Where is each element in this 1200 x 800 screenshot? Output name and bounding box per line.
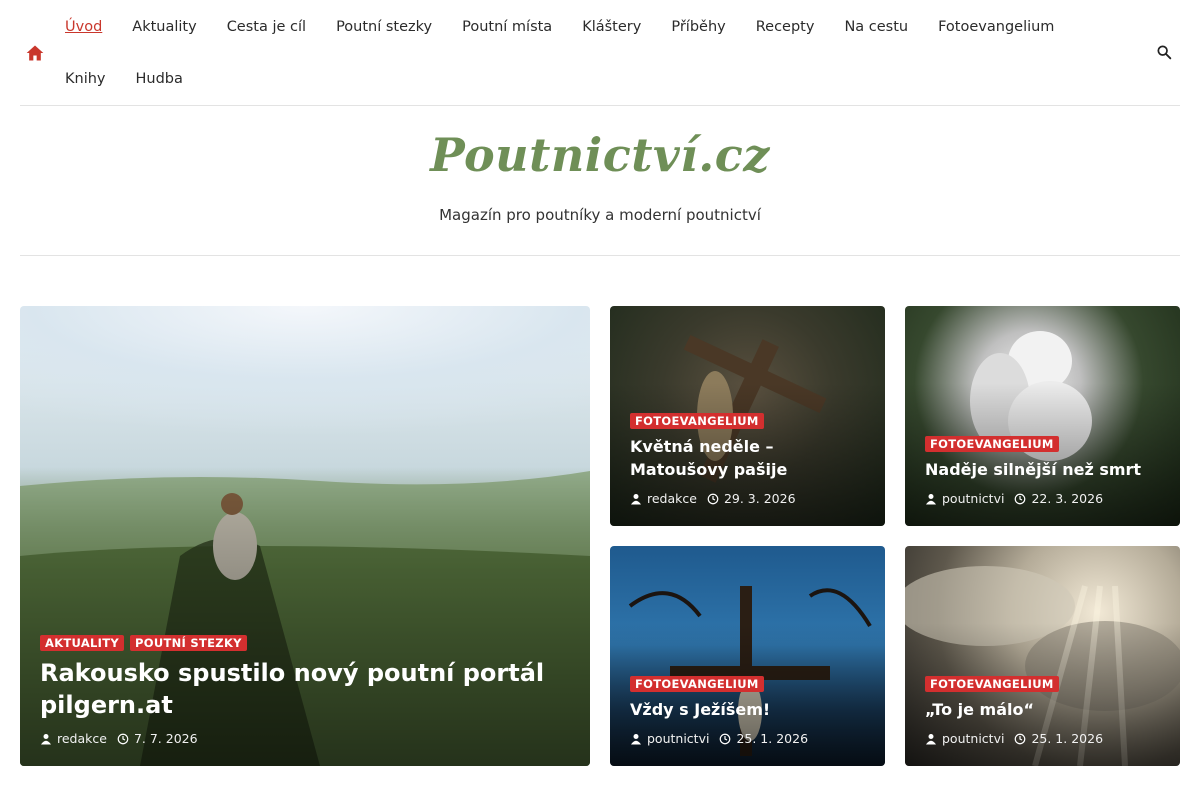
menu-item-fotoevangelium[interactable]: Fotoevangelium	[938, 19, 1054, 35]
menu-item-cesta-je-cil[interactable]: Cesta je cíl	[227, 19, 306, 35]
menu-item-knihy[interactable]: Knihy	[65, 71, 106, 87]
user-icon	[926, 493, 936, 504]
post-date[interactable]: 29. 3. 2026	[724, 491, 796, 506]
post-author[interactable]: redakce	[57, 731, 107, 746]
featured-post-card[interactable]: AKTUALITY POUTNÍ STEZKY Rakousko spustil…	[20, 306, 590, 766]
post-card[interactable]: FOTOEVANGELIUM Květná neděle – Matoušovy…	[610, 306, 885, 526]
menu-item-aktuality[interactable]: Aktuality	[132, 19, 196, 35]
post-author[interactable]: redakce	[647, 491, 697, 506]
post-author[interactable]: poutnictvi	[647, 731, 709, 746]
category-badge[interactable]: FOTOEVANGELIUM	[630, 676, 764, 692]
post-date[interactable]: 7. 7. 2026	[134, 731, 198, 746]
clock-icon	[1015, 733, 1026, 744]
site-branding: Poutnictví.cz Magazín pro poutníky a mod…	[20, 106, 1180, 256]
clock-icon	[117, 733, 129, 744]
post-author[interactable]: poutnictvi	[942, 731, 1004, 746]
post-card[interactable]: FOTOEVANGELIUM Naděje silnější než smrt …	[905, 306, 1180, 526]
menu-item-uvod[interactable]: Úvod	[65, 19, 102, 35]
post-title[interactable]: Květná neděle – Matoušovy pašije	[630, 435, 865, 481]
site-tagline: Magazín pro poutníky a moderní poutnictv…	[439, 206, 761, 224]
menu-item-poutni-stezky[interactable]: Poutní stezky	[336, 19, 432, 35]
category-badge[interactable]: FOTOEVANGELIUM	[925, 436, 1059, 452]
post-date[interactable]: 25. 1. 2026	[1031, 731, 1103, 746]
user-icon	[41, 733, 51, 744]
main-navigation: Úvod Aktuality Cesta je cíl Poutní stezk…	[20, 0, 1180, 106]
home-icon[interactable]	[25, 43, 45, 63]
post-card[interactable]: FOTOEVANGELIUM „To je málo“ poutnictvi 2…	[905, 546, 1180, 766]
post-title[interactable]: Naděje silnější než smrt	[925, 458, 1160, 481]
menu-item-na-cestu[interactable]: Na cestu	[844, 19, 908, 35]
menu-item-poutni-mista[interactable]: Poutní místa	[462, 19, 552, 35]
clock-icon	[720, 733, 731, 744]
menu-item-hudba[interactable]: Hudba	[136, 71, 183, 87]
post-date[interactable]: 25. 1. 2026	[736, 731, 808, 746]
user-icon	[631, 733, 641, 744]
post-title[interactable]: Rakousko spustilo nový poutní portál pil…	[40, 657, 570, 721]
user-icon	[926, 733, 936, 744]
category-badge[interactable]: AKTUALITY	[40, 635, 125, 651]
post-author[interactable]: poutnictvi	[942, 491, 1004, 506]
search-icon[interactable]	[1156, 44, 1172, 60]
user-icon	[631, 493, 641, 504]
category-badge[interactable]: FOTOEVANGELIUM	[925, 676, 1059, 692]
post-date[interactable]: 22. 3. 2026	[1031, 491, 1103, 506]
category-badge[interactable]: FOTOEVANGELIUM	[630, 413, 764, 429]
menu-item-klastery[interactable]: Kláštery	[582, 19, 641, 35]
clock-icon	[707, 493, 719, 504]
post-card[interactable]: FOTOEVANGELIUM Vždy s Ježíšem! poutnictv…	[610, 546, 885, 766]
category-badge[interactable]: POUTNÍ STEZKY	[130, 635, 247, 651]
clock-icon	[1015, 493, 1026, 504]
post-title[interactable]: „To je málo“	[925, 698, 1160, 721]
site-logo[interactable]: Poutnictví.cz	[20, 128, 1180, 182]
menu-item-recepty[interactable]: Recepty	[756, 19, 815, 35]
post-title[interactable]: Vždy s Ježíšem!	[630, 698, 865, 721]
menu: Úvod Aktuality Cesta je cíl Poutní stezk…	[65, 0, 1145, 104]
menu-item-pribehy[interactable]: Příběhy	[671, 19, 725, 35]
